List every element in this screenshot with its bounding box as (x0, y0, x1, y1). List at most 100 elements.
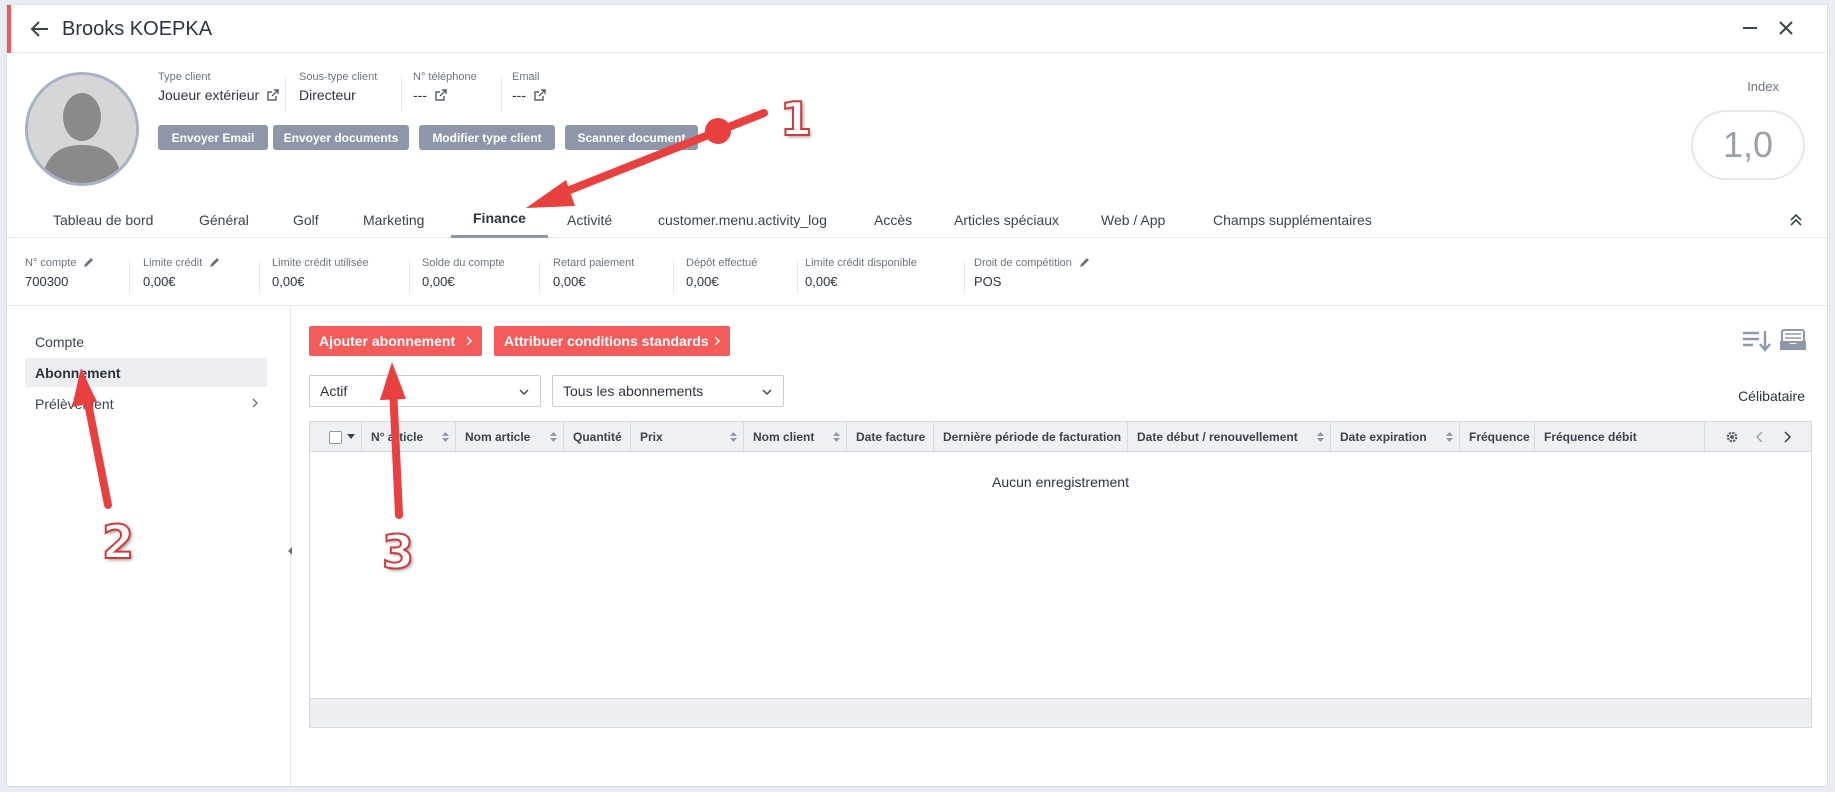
field-label: Email (512, 71, 540, 83)
col-label: Fréquence (1469, 430, 1530, 444)
sidebar-item-prelevement[interactable]: Prélèvement (25, 389, 267, 418)
external-link-icon[interactable] (534, 89, 546, 101)
close-icon[interactable] (1775, 17, 1797, 39)
tab-general[interactable]: Général (177, 201, 271, 238)
field-value: Joueur extérieur (158, 87, 260, 103)
col-expiration-date[interactable]: Date expiration (1331, 422, 1460, 452)
sidebar-item-compte[interactable]: Compte (25, 327, 267, 356)
stat-value: 700300 (25, 274, 69, 289)
tab-tableau-de-bord[interactable]: Tableau de bord (31, 201, 175, 238)
send-email-button[interactable]: Envoyer Email (158, 125, 268, 150)
add-subscription-button[interactable]: Ajouter abonnement (309, 326, 482, 356)
gear-icon[interactable] (1725, 430, 1739, 444)
assign-standard-conditions-button[interactable]: Attribuer conditions standards (494, 326, 730, 356)
stat-label: Retard paiement (553, 257, 635, 269)
col-label: Nom client (753, 430, 815, 444)
status-select[interactable]: Actif (309, 375, 541, 407)
tab-golf[interactable]: Golf (271, 201, 341, 238)
stat-divider (539, 261, 540, 293)
tab-articles-speciaux[interactable]: Articles spéciaux (932, 201, 1081, 238)
select-all-checkbox[interactable] (329, 430, 342, 444)
col-article-name[interactable]: Nom article (456, 422, 564, 452)
chevron-right-icon[interactable] (1780, 430, 1794, 444)
col-start-renewal-date[interactable]: Date début / renouvellement (1128, 422, 1331, 452)
tab-web-app[interactable]: Web / App (1079, 201, 1187, 238)
caret-down-icon[interactable] (347, 434, 355, 440)
tab-activity-log[interactable]: customer.menu.activity_log (636, 201, 849, 238)
sort-icon (1446, 432, 1453, 442)
assign-conditions-label: Attribuer conditions standards (504, 333, 709, 349)
add-subscription-label: Ajouter abonnement (319, 333, 456, 349)
annotation-label-3: 3 (381, 524, 415, 580)
col-invoice-date[interactable]: Date facture (847, 422, 934, 452)
select-all-column[interactable] (310, 422, 362, 452)
subscription-filter-select[interactable]: Tous les abonnements (552, 375, 784, 407)
avatar (25, 72, 139, 186)
chevron-right-icon (252, 398, 258, 408)
stat-label: Limite crédit utilisée (272, 257, 369, 269)
col-quantity[interactable]: Quantité (564, 422, 631, 452)
title-bar: Brooks KOEPKA (7, 5, 1827, 53)
col-client-name[interactable]: Nom client (744, 422, 847, 452)
stat-label: Droit de compétition (974, 257, 1072, 269)
minimize-icon[interactable] (1739, 17, 1761, 39)
col-label: Quantité (573, 430, 622, 444)
chevron-down-icon (762, 389, 772, 395)
external-link-icon[interactable] (435, 89, 447, 101)
archive-tray-icon[interactable] (1779, 328, 1807, 352)
tab-activite[interactable]: Activité (545, 201, 634, 238)
scan-document-button[interactable]: Scanner document (565, 125, 698, 150)
window-title: Brooks KOEPKA (62, 18, 213, 40)
modify-client-type-button[interactable]: Modifier type client (419, 125, 555, 150)
tab-finance[interactable]: Finance (451, 201, 548, 238)
field-telephone: N° téléphone --- (413, 71, 477, 103)
sort-list-icon[interactable] (1741, 328, 1771, 354)
field-value: --- (512, 87, 526, 103)
stat-label: Limite crédit disponible (805, 257, 917, 269)
field-label: Sous-type client (299, 71, 378, 83)
marital-status: Célibataire (1738, 388, 1805, 404)
chevron-right-icon (714, 336, 720, 346)
tab-acces[interactable]: Accès (852, 201, 934, 238)
tab-marketing[interactable]: Marketing (341, 201, 446, 238)
tab-bar: Tableau de bord Général Golf Marketing F… (7, 201, 1827, 238)
sort-icon (1317, 432, 1324, 442)
annotation-label-1: 1 (779, 91, 813, 147)
col-label: Date expiration (1340, 430, 1427, 444)
stat-label: N° compte (25, 257, 77, 269)
chevron-right-icon (466, 336, 472, 346)
pencil-icon[interactable] (82, 257, 94, 269)
back-arrow-icon[interactable] (29, 18, 51, 40)
finance-sidebar: Compte Abonnement Prélèvement (7, 306, 291, 786)
field-type-client: Type client Joueur extérieur (158, 71, 279, 103)
stat-deposit: Dépôt effectué 0,00€ (686, 257, 757, 289)
customer-window: Brooks KOEPKA Type client Joueur extérie… (6, 4, 1828, 787)
grid-header: N° article Nom article Quantité Prix Nom… (310, 422, 1811, 452)
stat-label: Dépôt effectué (686, 257, 758, 269)
empty-state-text: Aucun enregistrement (992, 474, 1129, 490)
col-debit-frequency[interactable]: Fréquence débit (1535, 422, 1705, 452)
external-link-icon[interactable] (267, 89, 279, 101)
pencil-icon[interactable] (208, 257, 220, 269)
collapse-up-icon[interactable] (1787, 211, 1805, 229)
stat-divider (673, 261, 674, 293)
sidebar-item-abonnement[interactable]: Abonnement (25, 358, 267, 387)
stat-credit-available: Limite crédit disponible 0,00€ (805, 257, 917, 289)
subscription-filter-value: Tous les abonnements (563, 383, 704, 399)
col-label: Date facture (856, 430, 926, 444)
stat-value: 0,00€ (553, 274, 586, 289)
col-price[interactable]: Prix (631, 422, 744, 452)
sidebar-collapse-icon[interactable] (285, 545, 295, 557)
stat-label: Limite crédit (143, 257, 203, 269)
stat-divider (409, 261, 410, 293)
send-documents-button[interactable]: Envoyer documents (273, 125, 409, 150)
col-last-billing-period[interactable]: Dernière période de facturation (934, 422, 1128, 452)
stat-account-number: N° compte 700300 (25, 257, 94, 289)
stat-divider (129, 261, 130, 293)
col-frequency[interactable]: Fréquence (1460, 422, 1535, 452)
pencil-icon[interactable] (1078, 257, 1090, 269)
col-article-number[interactable]: N° article (362, 422, 456, 452)
tab-champs-supplementaires[interactable]: Champs supplémentaires (1191, 201, 1394, 238)
field-label: Type client (158, 71, 211, 83)
chevron-left-icon[interactable] (1753, 430, 1767, 444)
